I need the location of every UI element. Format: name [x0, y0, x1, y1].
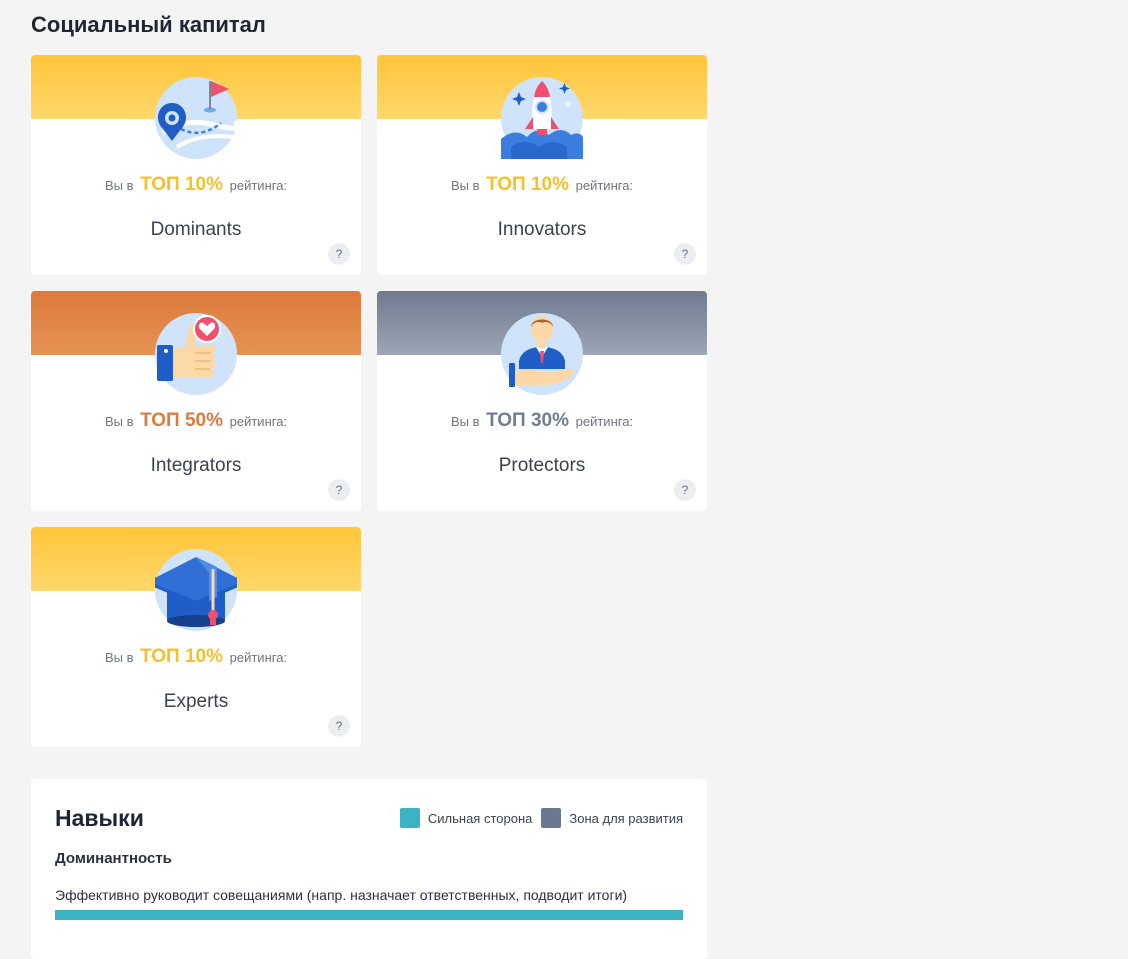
- rank-prefix: Вы в: [104, 414, 134, 429]
- help-button[interactable]: ?: [328, 715, 350, 737]
- help-button[interactable]: ?: [328, 243, 350, 265]
- help-button[interactable]: ?: [674, 243, 696, 265]
- legend-label-growth: Зона для развития: [569, 810, 683, 826]
- map-pin-flag-icon: [155, 77, 237, 159]
- rank-top-percent: ТОП 10%: [486, 174, 569, 195]
- rank-line: Вы в ТОП 50% рейтинга:: [31, 410, 361, 432]
- rank-top-percent: ТОП 30%: [486, 410, 569, 431]
- legend-strength: Сильная сторона: [399, 808, 533, 828]
- skills-title: Навыки: [55, 805, 144, 831]
- help-button[interactable]: ?: [674, 479, 696, 501]
- rank-prefix: Вы в: [450, 414, 480, 429]
- rank-line: Вы в ТОП 10% рейтинга:: [31, 174, 361, 196]
- legend-label-strength: Сильная сторона: [427, 810, 533, 826]
- rank-top-percent: ТОП 10%: [140, 174, 223, 195]
- rank-suffix: рейтинга:: [575, 178, 634, 193]
- rank-line: Вы в ТОП 10% рейтинга:: [377, 174, 707, 196]
- rank-top-percent: ТОП 50%: [140, 410, 223, 431]
- card-integrators: Вы в ТОП 50% рейтинга: Integrators ?: [31, 291, 361, 511]
- rank-suffix: рейтинга:: [229, 178, 288, 193]
- legend-swatch-growth: [541, 808, 562, 828]
- rank-prefix: Вы в: [450, 178, 480, 193]
- skill-group-title: Доминантность: [55, 850, 172, 867]
- card-name: Experts: [163, 691, 229, 712]
- rocket-icon: [501, 77, 583, 159]
- person-hand-icon: [501, 313, 583, 395]
- rank-line: Вы в ТОП 10% рейтинга:: [31, 646, 361, 668]
- card-innovators: Вы в ТОП 10% рейтинга: Innovators ?: [377, 55, 707, 275]
- rank-top-percent: ТОП 10%: [140, 646, 223, 667]
- rank-suffix: рейтинга:: [575, 414, 634, 429]
- skill-item-bar-fill: [55, 910, 683, 920]
- legend-swatch-strength: [399, 808, 420, 828]
- rank-prefix: Вы в: [104, 650, 134, 665]
- card-name: Innovators: [497, 219, 587, 240]
- card-protectors: Вы в ТОП 30% рейтинга: Protectors ?: [377, 291, 707, 511]
- legend-growth: Зона для развития: [541, 808, 683, 828]
- page-title: Социальный капитал: [31, 12, 266, 37]
- card-name: Integrators: [150, 455, 242, 476]
- skill-item-bar: [55, 910, 683, 920]
- thumbs-up-heart-icon: [155, 313, 237, 395]
- skill-item-text: Эффективно руководит совещаниями (напр. …: [55, 887, 628, 903]
- card-dominants: Вы в ТОП 10% рейтинга: Dominants ?: [31, 55, 361, 275]
- rank-suffix: рейтинга:: [229, 414, 288, 429]
- rank-suffix: рейтинга:: [229, 650, 288, 665]
- graduation-cap-icon: [155, 549, 237, 631]
- skills-legend: Сильная сторона Зона для развития: [399, 808, 683, 828]
- help-button[interactable]: ?: [328, 479, 350, 501]
- rank-prefix: Вы в: [104, 178, 134, 193]
- card-name: Dominants: [150, 219, 242, 240]
- card-name: Protectors: [498, 455, 586, 476]
- rank-line: Вы в ТОП 30% рейтинга:: [377, 410, 707, 432]
- card-experts: Вы в ТОП 10% рейтинга: Experts ?: [31, 527, 361, 747]
- skills-panel: Навыки Сильная сторона Зона для развития…: [31, 779, 707, 959]
